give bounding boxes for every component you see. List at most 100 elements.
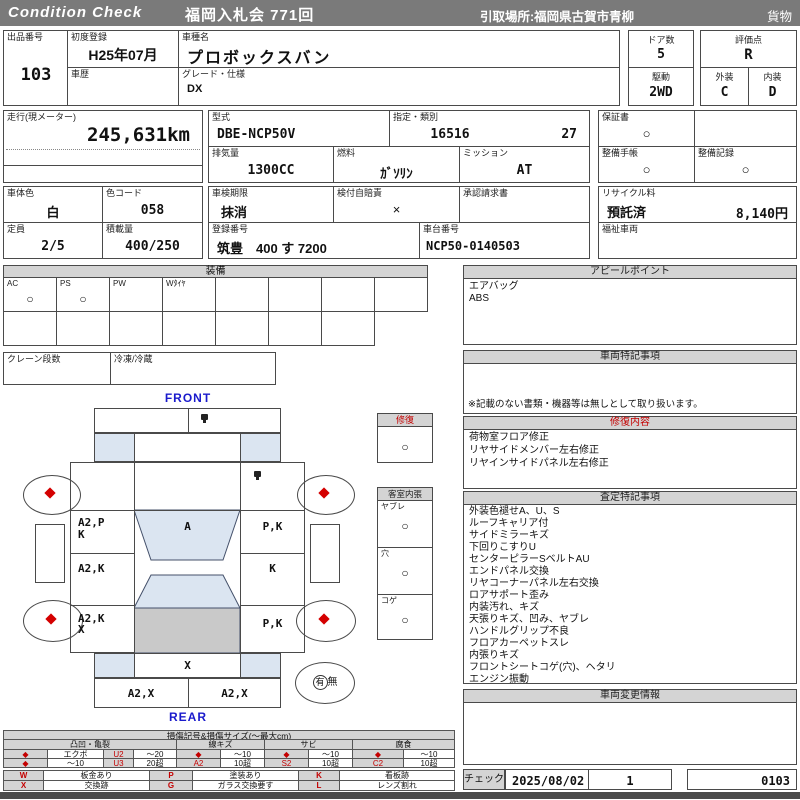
first-reg-label: 初度登録: [71, 32, 108, 42]
appeal-item: エアバッグ: [469, 281, 519, 292]
designation-value-2: 27: [561, 127, 577, 142]
approval-label: 承認請求書: [463, 188, 509, 198]
equipment-cell-empty: [109, 311, 163, 346]
equipment-cell: AC ○: [3, 277, 57, 312]
exterior-label: 外装: [715, 72, 734, 82]
drive-value: 2WD: [649, 85, 673, 100]
spare-tire-absent: 無: [327, 677, 338, 688]
cabin-row-mark: ○: [401, 613, 409, 627]
assessment-item: ルーフキャリア付: [469, 518, 549, 529]
cabin-lining-row: 穴 ○: [378, 547, 432, 595]
color-code-value: 058: [140, 203, 165, 218]
cell-first-reg: 初度登録 H25年07月: [67, 30, 179, 68]
appeal-points-title: アピールポイント: [464, 266, 796, 279]
assessment-item: サイドミラーキズ: [469, 530, 549, 541]
panel-mark-right-rear-door: K: [269, 562, 276, 575]
recycle-label: リサイクル料: [602, 188, 656, 198]
rear-corner-left: [94, 653, 135, 678]
legend-code: S2: [264, 758, 309, 768]
cell-transmission: ミッション AT: [459, 146, 590, 183]
lot-value: 103: [20, 65, 52, 85]
cabin-lining-title: 客室内張: [378, 488, 432, 501]
cabin-row-mark: ○: [401, 519, 409, 533]
first-reg-value: H25年07月: [88, 47, 158, 63]
cell-approval: 承認請求書: [459, 186, 590, 223]
assessment-notes-list: 外装色褪せA、U、S ルーフキャリア付 サイドミラーキズ 下回りこすりU センタ…: [469, 506, 792, 686]
model-code-value: DBE-NCP50V: [217, 127, 296, 142]
assessment-item: フロアカーペットスレ: [469, 638, 569, 649]
maint-record-value: ○: [741, 162, 750, 177]
condition-sheet: Condition Check 福岡入札会 771回 引取場所:福岡県古賀市青柳…: [0, 0, 800, 800]
assessment-item: 内装汚れ、キズ: [469, 602, 540, 613]
equipment-cell-empty: [56, 311, 110, 346]
footer-bar: [0, 792, 800, 799]
cell-maint-record: 整備記録 ○: [694, 146, 797, 183]
cell-history: 車歴: [67, 67, 179, 106]
panel-mark-windshield: A: [184, 520, 191, 533]
panel-mark-back-panel: X: [184, 659, 191, 672]
change-info-box: 車両変更情報: [463, 689, 797, 765]
cell-capacity: 定員 2/5: [3, 222, 103, 259]
assessment-notes-box: 査定特記事項 外装色褪せA、U、S ルーフキャリア付 サイドミラーキズ 下回りこ…: [463, 491, 797, 686]
maint-book-label: 整備手帳: [602, 148, 639, 158]
cabin-row-label: コゲ: [381, 596, 397, 605]
check-code-cell: 0103: [687, 769, 797, 790]
displacement-label: 排気量: [212, 148, 240, 158]
legend-dent-diamond-icon: ◆: [3, 758, 48, 768]
equipment-cell-empty: [215, 311, 269, 346]
legend-code-sym: G: [149, 780, 193, 791]
equipment-cell: [374, 277, 428, 312]
drive-label: 駆動: [651, 72, 670, 82]
cell-model-name: 車種名 プロボックスバン: [178, 30, 620, 68]
cell-model-code: 型式 DBE-NCP50V: [208, 110, 390, 147]
change-info-title: 車両変更情報: [464, 690, 796, 703]
cell-designation: 指定・類別 16516 27: [389, 110, 590, 147]
legend-code: A2: [176, 758, 221, 768]
equipment-label: Wﾀｲﾔ: [166, 279, 186, 288]
check-date: 2025/08/02: [512, 774, 585, 788]
cell-lot-no: 出品番号 103: [3, 30, 69, 106]
check-count-cell: 1: [588, 769, 672, 790]
equipment-label: PW: [113, 279, 126, 288]
brand-logo: Condition Check: [8, 4, 143, 21]
refrigeration-label: 冷凍/冷蔵: [114, 354, 153, 364]
cell-doors: ドア数 5: [628, 30, 694, 68]
designation-label: 指定・類別: [393, 112, 439, 122]
equipment-cell-empty: [3, 311, 57, 346]
equipment-label: AC: [7, 279, 19, 288]
cell-color-code: 色コード 058: [102, 186, 203, 223]
spare-tire-indicator: 有無: [295, 662, 355, 704]
assessment-item: フロントシートコゲ(穴)、ヘタリ: [469, 662, 616, 673]
grade-value: DX: [187, 83, 203, 95]
body-line-left: [134, 462, 135, 653]
repair-flag-title: 修復: [378, 414, 432, 427]
fuel-label: 燃料: [337, 148, 356, 158]
legend-code-sym: L: [298, 780, 340, 791]
assessment-item: エンドパネル交換: [469, 566, 549, 577]
interior-value: D: [768, 85, 777, 100]
equipment-cell: PW: [109, 277, 163, 312]
appeal-points-list: エアバッグ ABS: [469, 281, 792, 305]
model-name-value: プロボックスバン: [187, 50, 332, 67]
exterior-value: C: [720, 85, 729, 100]
fuel-value: ｶﾞｿﾘﾝ: [380, 166, 413, 181]
cargo-type: 貨物: [766, 10, 792, 24]
panel-mark-left-front-door-2: K: [78, 528, 85, 541]
panel-mark-right-quarter: P,K: [262, 617, 283, 630]
insurance-value: ×: [392, 202, 401, 217]
cell-inspection: 車検期限 抹消: [208, 186, 334, 223]
transmission-value: AT: [516, 163, 533, 178]
repair-flag-mark: ○: [401, 440, 409, 454]
cabin-lining-row: ヤブレ ○: [378, 501, 432, 547]
cell-crane: クレーン段数: [3, 352, 111, 385]
inspection-value: 抹消: [221, 205, 248, 220]
cell-maint-book: 整備手帳 ○: [598, 146, 695, 183]
check-code: 0103: [761, 774, 790, 788]
chassis-value: NCP50-0140503: [426, 239, 520, 253]
body-line-fender: [70, 510, 305, 511]
capacity-label: 定員: [7, 224, 26, 234]
assessment-item: 内張りキズ: [469, 650, 519, 661]
cell-load: 積載量 400/250: [102, 222, 203, 259]
legend-code-desc: レンズ割れ: [339, 780, 455, 791]
legend-cell: 〜10: [47, 758, 104, 768]
